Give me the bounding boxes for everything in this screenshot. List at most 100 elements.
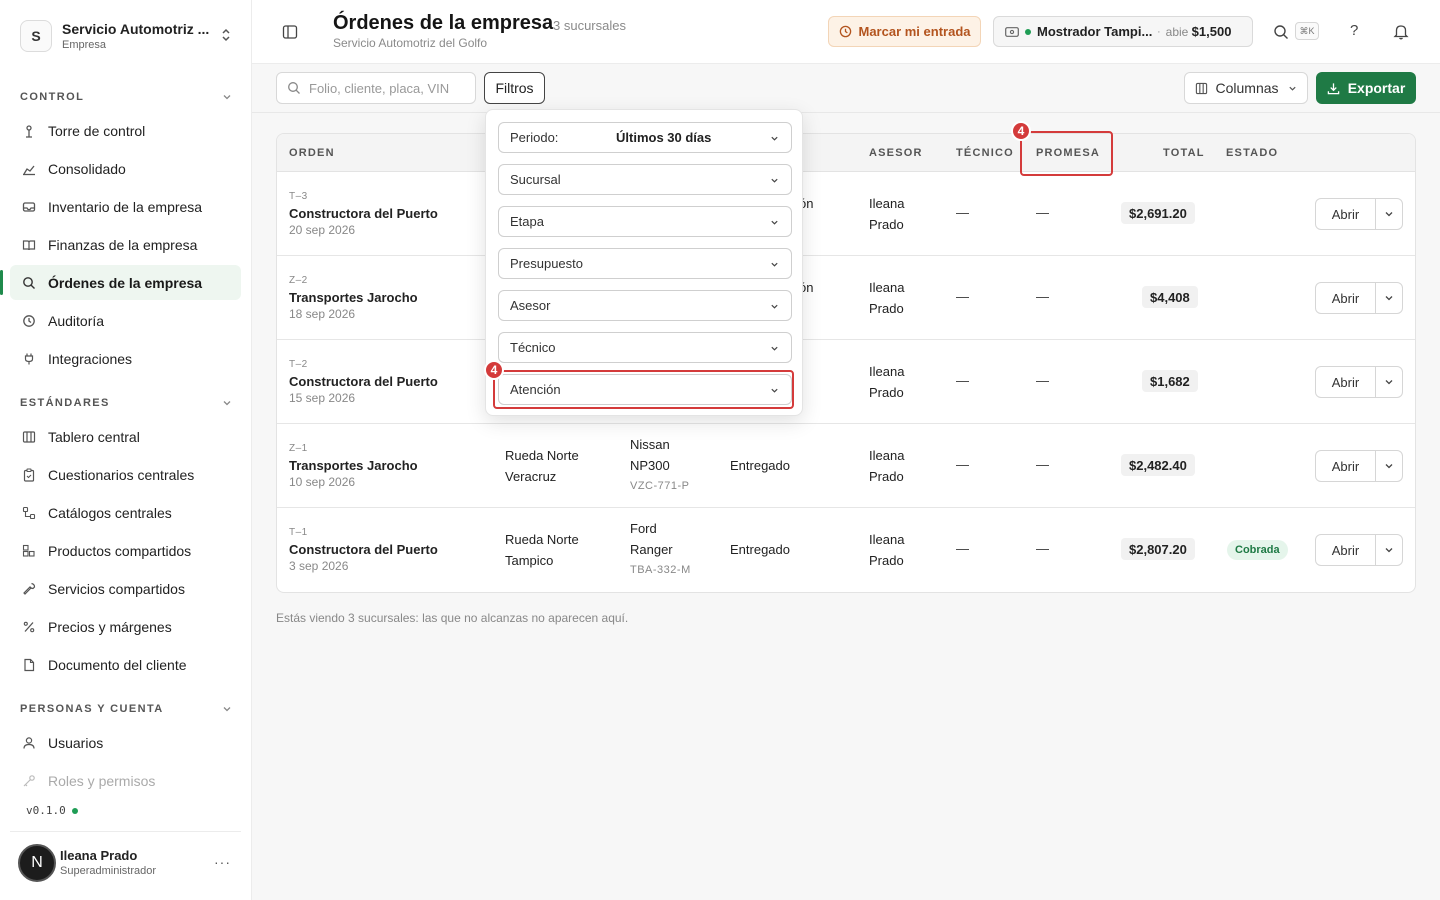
row-menu-toggle[interactable] [1376,451,1402,481]
chevron-down-icon [771,304,778,309]
table-row[interactable]: T–3 Constructora del Puerto 20 sep 2026 … [277,172,1415,256]
filter-etapa[interactable]: Etapa [498,206,792,237]
sidebar-item-ordenes[interactable]: Órdenes de la empresa [0,265,241,300]
separator: · [1157,25,1161,38]
sidebar-item-integraciones[interactable]: Integraciones [10,341,241,376]
chevron-down-icon [1385,548,1393,553]
order-asesor-last: Prado [869,301,904,316]
order-tecnico: — [956,541,969,556]
order-vehicle-make: Nissan [630,437,670,452]
sidebar: S Servicio Automotriz ... Empresa CONTRO… [0,0,252,900]
open-label[interactable]: Abrir [1316,535,1376,565]
order-folio: T–2 [289,359,308,370]
col-estado[interactable]: ESTADO [1226,147,1278,159]
sidebar-item-servicios[interactable]: Servicios compartidos [10,571,241,606]
section-personas[interactable]: PERSONAS Y CUENTA [20,701,232,717]
open-order-button[interactable]: Abrir [1315,282,1403,314]
sidebar-item-label: Tablero central [48,428,140,445]
sidebar-item-torre[interactable]: Torre de control [10,113,241,148]
help-icon[interactable]: ? [1350,22,1358,39]
table-row[interactable]: T–1 Constructora del Puerto 3 sep 2026 R… [277,508,1415,592]
open-order-button[interactable]: Abrir [1315,198,1403,230]
open-status-dot [1025,28,1031,35]
sidebar-item-label: Cuestionarios centrales [48,466,195,483]
top-header: Órdenes de la empresa 3 sucursales Servi… [252,0,1440,64]
sidebar-item-auditoria[interactable]: Auditoría [10,303,241,338]
sidebar-item-catalogos[interactable]: Catálogos centrales [10,495,241,530]
search-icon[interactable] [1273,24,1289,40]
key-icon [22,774,36,788]
order-asesor-last: Prado [869,469,904,484]
search-input[interactable] [309,80,459,96]
sidebar-item-precios[interactable]: Precios y márgenes [10,609,241,644]
sidebar-toggle-icon[interactable] [282,24,298,40]
bell-icon[interactable] [1393,23,1409,40]
sidebar-item-inventario[interactable]: Inventario de la empresa [10,189,241,224]
history-icon [22,314,36,328]
order-plate: TBA-332-M [630,564,691,576]
filter-tecnico[interactable]: Técnico [498,332,792,363]
col-total[interactable]: TOTAL [1163,147,1205,159]
columns-icon [22,430,36,444]
sidebar-item-consolidado[interactable]: Consolidado [10,151,241,186]
org-switcher[interactable]: S Servicio Automotriz ... Empresa [20,18,240,54]
export-button[interactable]: Exportar [1316,72,1416,104]
section-estandares[interactable]: ESTÁNDARES [20,395,232,411]
order-folio: T–1 [289,527,308,538]
section-control[interactable]: CONTROL [20,89,232,105]
sidebar-item-roles[interactable]: Roles y permisos [10,763,241,798]
order-folio: T–3 [289,191,308,202]
row-menu-toggle[interactable] [1376,535,1402,565]
filter-asesor[interactable]: Asesor [498,290,792,321]
search-icon [22,276,36,290]
order-client: Constructora del Puerto [289,206,438,221]
toolbar: Filtros Columnas Exportar [252,64,1440,113]
sidebar-item-finanzas[interactable]: Finanzas de la empresa [10,227,241,262]
highlight-promesa [1020,131,1113,176]
open-label[interactable]: Abrir [1316,367,1376,397]
cash-register-selector[interactable]: Mostrador Tampi... · abierta $1,500 [993,16,1253,47]
columns-button[interactable]: Columnas [1184,72,1308,104]
open-label[interactable]: Abrir [1316,199,1376,229]
cash-register-status: abierta [1165,24,1188,39]
user-role: Superadministrador [60,865,156,877]
user-menu[interactable]: N Ileana Prado Superadministrador ··· [10,831,241,893]
sidebar-item-productos[interactable]: Productos compartidos [10,533,241,568]
open-label[interactable]: Abrir [1316,283,1376,313]
col-asesor[interactable]: ASESOR [869,147,923,159]
open-order-button[interactable]: Abrir [1315,366,1403,398]
tower-icon [22,124,36,138]
table-row[interactable]: T–2 Constructora del Puerto 15 sep 2026 … [277,340,1415,424]
table-row[interactable]: Z–1 Transportes Jarocho 10 sep 2026 Rued… [277,424,1415,508]
open-label[interactable]: Abrir [1316,451,1376,481]
order-date: 3 sep 2026 [289,559,349,573]
filters-button[interactable]: Filtros [484,72,545,104]
order-date: 10 sep 2026 [289,475,356,489]
sidebar-item-tablero[interactable]: Tablero central [10,419,241,454]
more-icon[interactable]: ··· [214,854,231,870]
chevron-down-icon [223,95,231,100]
table-header: ORDEN ASESOR TÉCNICO PROMESA TOTAL ESTAD… [277,134,1415,172]
open-order-button[interactable]: Abrir [1315,450,1403,482]
filter-sucursal[interactable]: Sucursal [498,164,792,195]
sidebar-item-label: Auditoría [48,312,105,329]
orders-table: ORDEN ASESOR TÉCNICO PROMESA TOTAL ESTAD… [276,133,1416,593]
order-date: 18 sep 2026 [289,307,356,321]
row-menu-toggle[interactable] [1376,199,1402,229]
filter-presupuesto[interactable]: Presupuesto [498,248,792,279]
check-in-button[interactable]: Marcar mi entrada [828,16,981,47]
chevron-down-icon [223,707,231,712]
chart-icon [22,162,36,176]
filter-periodo[interactable]: Periodo: Últimos 30 días [498,122,792,153]
col-tecnico[interactable]: TÉCNICO [956,147,1014,159]
order-asesor-first: Ileana [869,196,905,211]
open-order-button[interactable]: Abrir [1315,534,1403,566]
sidebar-item-usuarios[interactable]: Usuarios [10,725,241,760]
row-menu-toggle[interactable] [1376,283,1402,313]
row-menu-toggle[interactable] [1376,367,1402,397]
cash-register-name: Mostrador Tampi... [1037,24,1153,39]
col-orden[interactable]: ORDEN [289,147,335,159]
sidebar-item-cuestionarios[interactable]: Cuestionarios centrales [10,457,241,492]
table-row[interactable]: Z–2 Transportes Jarocho 18 sep 2026 ón I… [277,256,1415,340]
sidebar-item-documento[interactable]: Documento del cliente [10,647,241,682]
